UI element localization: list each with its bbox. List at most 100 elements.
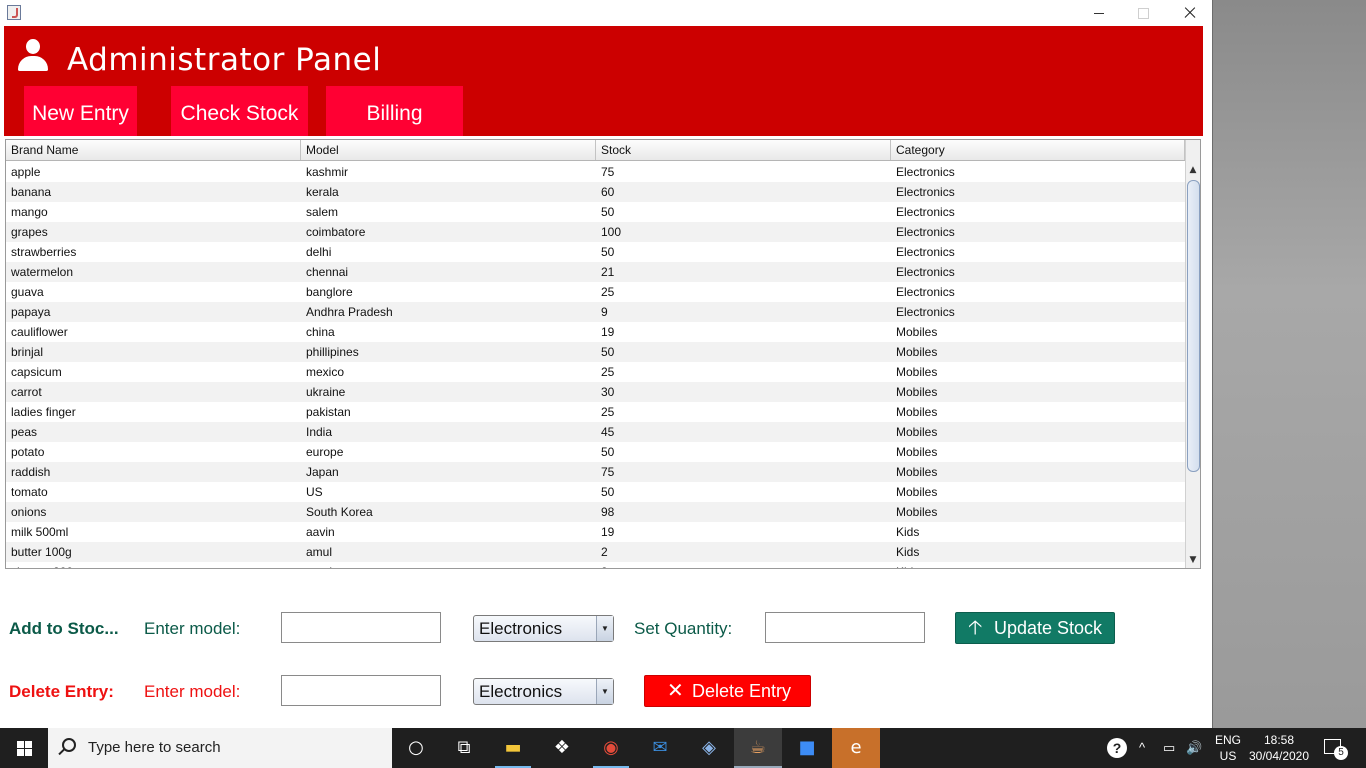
cell-stock[interactable]: 25: [596, 402, 891, 422]
cell-category[interactable]: Electronics: [891, 302, 1185, 322]
task-view-icon[interactable]: ⧉: [440, 728, 488, 768]
cell-category[interactable]: Electronics: [891, 182, 1185, 202]
cell-brand-name[interactable]: peas: [6, 422, 301, 442]
table-row[interactable]: apple kashmir 75 Electronics: [6, 162, 1185, 182]
cell-model[interactable]: kashmir: [301, 162, 596, 182]
cell-brand-name[interactable]: potato: [6, 442, 301, 462]
cell-brand-name[interactable]: brinjal: [6, 342, 301, 362]
edge-icon[interactable]: e: [832, 728, 880, 768]
column-header-category[interactable]: Category: [891, 140, 1185, 160]
cell-category[interactable]: Kids: [891, 562, 1185, 568]
cell-stock[interactable]: 50: [596, 482, 891, 502]
table-row[interactable]: peas India 45 Mobiles: [6, 422, 1185, 442]
volume-icon[interactable]: 🔊: [1186, 728, 1202, 768]
cell-category[interactable]: Electronics: [891, 222, 1185, 242]
cell-brand-name[interactable]: strawberries: [6, 242, 301, 262]
maximize-button[interactable]: [1120, 0, 1166, 26]
cell-stock[interactable]: 50: [596, 442, 891, 462]
cell-category[interactable]: Mobiles: [891, 502, 1185, 522]
cell-category[interactable]: Electronics: [891, 242, 1185, 262]
cell-model[interactable]: Japan: [301, 462, 596, 482]
cell-brand-name[interactable]: mango: [6, 202, 301, 222]
virtualbox-icon[interactable]: ◈: [685, 728, 733, 768]
start-button[interactable]: [0, 728, 48, 768]
notification-center-icon[interactable]: 5: [1322, 736, 1348, 762]
table-row[interactable]: banana kerala 60 Electronics: [6, 182, 1185, 202]
cell-model[interactable]: amul: [301, 542, 596, 562]
table-row[interactable]: ladies finger pakistan 25 Mobiles: [6, 402, 1185, 422]
cell-category[interactable]: Electronics: [891, 262, 1185, 282]
battery-icon[interactable]: ▭: [1163, 728, 1175, 768]
chevron-down-icon[interactable]: ▼: [596, 616, 613, 641]
table-row[interactable]: onions South Korea 98 Mobiles: [6, 502, 1185, 522]
cell-category[interactable]: Kids: [891, 522, 1185, 542]
table-row[interactable]: cauliflower china 19 Mobiles: [6, 322, 1185, 342]
table-row[interactable]: tomato US 50 Mobiles: [6, 482, 1185, 502]
cell-model[interactable]: South Korea: [301, 502, 596, 522]
cell-category[interactable]: Kids: [891, 542, 1185, 562]
chevron-down-icon[interactable]: ▼: [596, 679, 613, 704]
cell-model[interactable]: ukraine: [301, 382, 596, 402]
tab-new-entry[interactable]: New Entry: [24, 86, 137, 136]
column-header-brand-name[interactable]: Brand Name: [6, 140, 301, 160]
cell-category[interactable]: Mobiles: [891, 482, 1185, 502]
zoom-icon[interactable]: ■: [783, 728, 831, 768]
java-icon[interactable]: ☕: [734, 728, 782, 768]
cell-brand-name[interactable]: butter 100g: [6, 542, 301, 562]
table-row[interactable]: watermelon chennai 21 Electronics: [6, 262, 1185, 282]
cell-stock[interactable]: 98: [596, 502, 891, 522]
cell-model[interactable]: India: [301, 422, 596, 442]
cell-stock[interactable]: 21: [596, 262, 891, 282]
help-icon[interactable]: ?: [1107, 738, 1127, 758]
cell-brand-name[interactable]: papaya: [6, 302, 301, 322]
delete-category-select[interactable]: Electronics ▼: [473, 678, 614, 705]
cell-brand-name[interactable]: apple: [6, 162, 301, 182]
cell-model[interactable]: mexico: [301, 362, 596, 382]
mail-icon[interactable]: ✉: [636, 728, 684, 768]
cell-stock[interactable]: 19: [596, 522, 891, 542]
scroll-down-icon[interactable]: ▼: [1186, 552, 1200, 568]
scroll-up-icon[interactable]: ▲: [1186, 162, 1200, 178]
cell-stock[interactable]: 60: [596, 182, 891, 202]
table-row[interactable]: papaya Andhra Pradesh 9 Electronics: [6, 302, 1185, 322]
tab-billing[interactable]: Billing: [326, 86, 463, 136]
scrollbar-thumb[interactable]: [1187, 180, 1200, 472]
table-row[interactable]: guava banglore 25 Electronics: [6, 282, 1185, 302]
cell-model[interactable]: kerala: [301, 182, 596, 202]
cell-brand-name[interactable]: guava: [6, 282, 301, 302]
chrome-icon[interactable]: ◉: [587, 728, 635, 768]
delete-entry-button[interactable]: ✕ Delete Entry: [644, 675, 811, 707]
cell-model[interactable]: chennai: [301, 262, 596, 282]
cell-category[interactable]: Mobiles: [891, 382, 1185, 402]
cell-model[interactable]: delhi: [301, 242, 596, 262]
table-row[interactable]: butter 100g amul 2 Kids: [6, 542, 1185, 562]
clock[interactable]: 18:58 30/04/2020: [1247, 732, 1311, 764]
cell-model[interactable]: china: [301, 322, 596, 342]
cell-brand-name[interactable]: grapes: [6, 222, 301, 242]
cell-model[interactable]: Andhra Pradesh: [301, 302, 596, 322]
cell-model[interactable]: US: [301, 482, 596, 502]
cell-model[interactable]: salem: [301, 202, 596, 222]
cell-category[interactable]: Electronics: [891, 162, 1185, 182]
cell-stock[interactable]: 75: [596, 462, 891, 482]
cell-stock[interactable]: 100: [596, 222, 891, 242]
add-model-input[interactable]: [281, 612, 441, 643]
cell-stock[interactable]: 50: [596, 342, 891, 362]
cell-model[interactable]: aavin: [301, 522, 596, 542]
cell-brand-name[interactable]: capsicum: [6, 362, 301, 382]
cell-model[interactable]: pakistan: [301, 402, 596, 422]
cell-brand-name[interactable]: raddish: [6, 462, 301, 482]
column-header-model[interactable]: Model: [301, 140, 596, 160]
tray-chevron-icon[interactable]: ^: [1139, 728, 1145, 768]
cell-brand-name[interactable]: onions: [6, 502, 301, 522]
cell-stock[interactable]: 25: [596, 362, 891, 382]
cell-brand-name[interactable]: ladies finger: [6, 402, 301, 422]
cell-category[interactable]: Mobiles: [891, 322, 1185, 342]
cell-category[interactable]: Mobiles: [891, 402, 1185, 422]
cell-model[interactable]: phillipines: [301, 342, 596, 362]
cell-brand-name[interactable]: milk 500ml: [6, 522, 301, 542]
table-row[interactable]: strawberries delhi 50 Electronics: [6, 242, 1185, 262]
table-row[interactable]: grapes coimbatore 100 Electronics: [6, 222, 1185, 242]
cell-stock[interactable]: 50: [596, 202, 891, 222]
cell-brand-name[interactable]: tomato: [6, 482, 301, 502]
